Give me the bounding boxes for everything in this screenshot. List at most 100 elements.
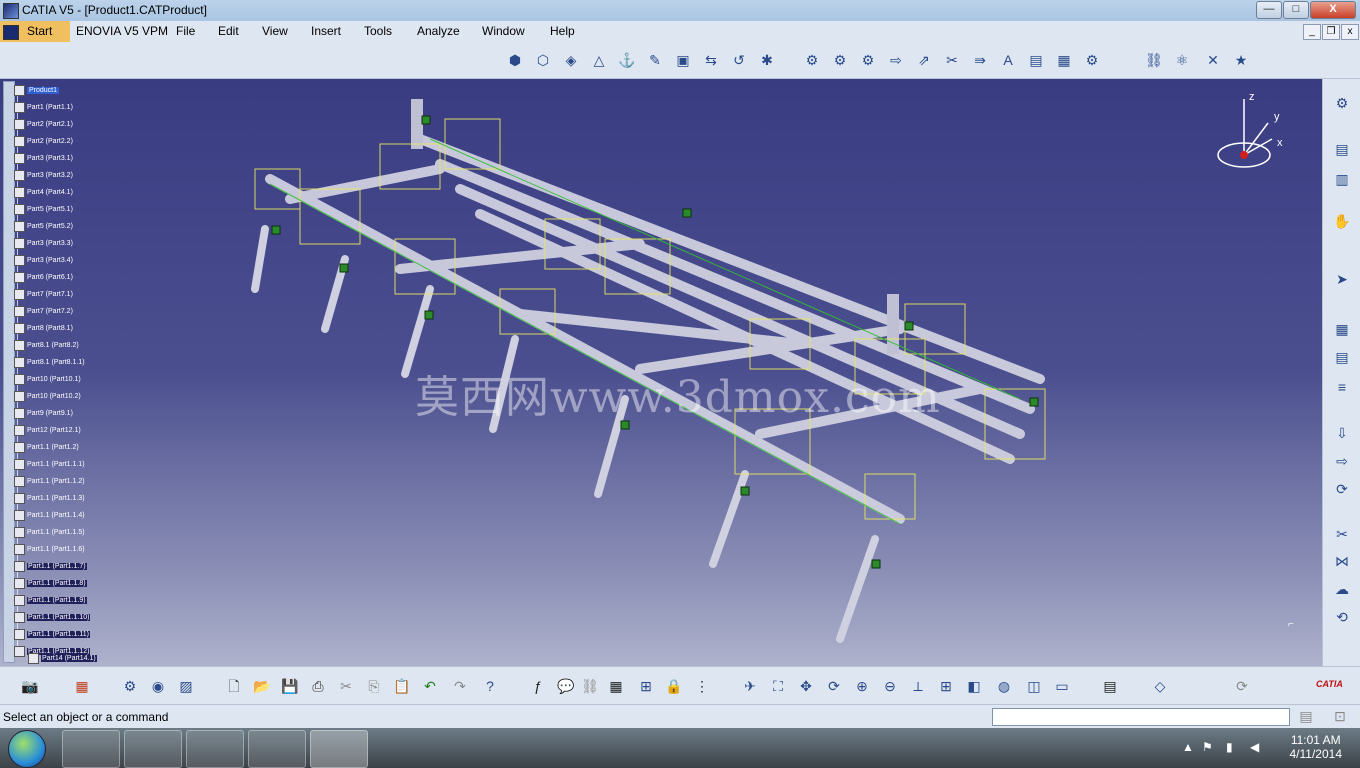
tree-item[interactable]: Part1.1 (Part1.1.7) — [14, 561, 87, 574]
tree-item[interactable]: Part14 (Part14.1) — [28, 653, 97, 666]
tree-item[interactable]: Part4 (Part4.1) — [14, 187, 73, 200]
publication-icon[interactable]: ▥ — [1332, 169, 1352, 189]
manipulate-icon[interactable]: ✋ — [1332, 211, 1352, 231]
fit-all-icon[interactable]: ⛶ — [768, 676, 788, 696]
sectioning-icon[interactable]: ⇛ — [970, 50, 990, 70]
tree-item[interactable]: Part7 (Part7.1) — [14, 289, 73, 302]
constraints-icon[interactable]: ⚙ — [1082, 50, 1102, 70]
material-icon[interactable]: ▨ — [176, 676, 196, 696]
windows-start-button[interactable] — [8, 730, 46, 768]
measure-icon[interactable]: ▤ — [1100, 676, 1120, 696]
menu-start[interactable]: Start — [27, 24, 52, 38]
command-input[interactable] — [992, 708, 1290, 726]
coincidence-icon[interactable]: ✕ — [1203, 50, 1223, 70]
tree-item[interactable]: Part8.1 (Part8.1.1) — [14, 357, 85, 370]
analysis-icon[interactable]: ⚙ — [120, 676, 140, 696]
minimize-button[interactable]: — — [1256, 1, 1282, 19]
product-structure-icon[interactable]: ▦ — [1332, 319, 1352, 339]
command-history-icon[interactable]: ⊡ — [1330, 706, 1350, 726]
new-product-icon[interactable]: ⬡ — [533, 50, 553, 70]
split-icon[interactable]: ⋈ — [1332, 551, 1352, 571]
replace-component-icon[interactable]: ⚓ — [617, 50, 637, 70]
tree-item[interactable]: Part5 (Part5.2) — [14, 221, 73, 234]
generate-numbering-icon[interactable]: ▤ — [1332, 347, 1352, 367]
manipulation-icon[interactable]: ⚙ — [802, 50, 822, 70]
maximize-button[interactable]: □ — [1283, 1, 1309, 19]
menu-help[interactable]: Help — [550, 24, 575, 38]
open-folder-icon[interactable]: 📂 — [252, 676, 272, 696]
refresh-icon[interactable]: ⟳ — [1232, 676, 1252, 696]
multi-view-icon[interactable]: ⊞ — [936, 676, 956, 696]
new-part-icon[interactable]: ◈ — [561, 50, 581, 70]
tree-item[interactable]: Part1.1 (Part1.1.3) — [14, 493, 85, 506]
tree-root[interactable]: Product1 — [14, 85, 60, 98]
fix-component-icon[interactable]: ⚛ — [1172, 50, 1192, 70]
iso-view-icon[interactable]: ◧ — [964, 676, 984, 696]
catalog-icon[interactable]: ▦ — [1054, 50, 1074, 70]
new-component-icon[interactable]: ⬢ — [505, 50, 525, 70]
help-icon[interactable]: ? — [480, 676, 500, 696]
tree-item[interactable]: Part8 (Part8.1) — [14, 323, 73, 336]
explorer-taskbar-icon[interactable] — [248, 730, 306, 768]
redo-icon[interactable]: ↷ — [450, 676, 470, 696]
zoom-out-icon[interactable]: ⊖ — [880, 676, 900, 696]
table-icon[interactable]: ▦ — [606, 676, 626, 696]
export-icon[interactable]: ⇨ — [1332, 451, 1352, 471]
repeat-icon[interactable]: ⟲ — [1332, 607, 1352, 627]
menu-view[interactable]: View — [262, 24, 288, 38]
tray-arrow-icon[interactable]: ▲ — [1182, 740, 1194, 754]
3d-viewport[interactable]: Product1 Part1 (Part1.1) Part2 (Part2.1)… — [0, 79, 1322, 666]
multi-instantiation-icon[interactable]: ✱ — [757, 50, 777, 70]
swap-space-icon[interactable]: ▭ — [1052, 676, 1072, 696]
menu-analyze[interactable]: Analyze — [417, 24, 460, 38]
renumber-icon[interactable]: ▣ — [673, 50, 693, 70]
tree-item[interactable]: Part3 (Part3.2) — [14, 170, 73, 183]
tree-item[interactable]: Part12 (Part12.1) — [14, 425, 81, 438]
graph-tree-icon[interactable]: ✎ — [645, 50, 665, 70]
snap-icon[interactable]: ⚙ — [830, 50, 850, 70]
gear-icon[interactable]: ⚙ — [1332, 93, 1352, 113]
volume-icon[interactable]: ◀ — [1250, 740, 1259, 754]
tree-item[interactable]: Part1.1 (Part1.1.5) — [14, 527, 85, 540]
tree-item[interactable]: Part1.1 (Part1.1.6) — [14, 544, 85, 557]
menu-enovia[interactable]: ENOVIA V5 VPM — [76, 24, 168, 38]
link-icon[interactable]: ⛓ — [580, 676, 600, 696]
grid-icon[interactable]: ▦ — [72, 676, 92, 696]
tree-item[interactable]: Part1.1 (Part1.1.4) — [14, 510, 85, 523]
pan-icon[interactable]: ✥ — [796, 676, 816, 696]
tree-item[interactable]: Part1.1 (Part1.1.1) — [14, 459, 85, 472]
zoom-in-icon[interactable]: ⊕ — [852, 676, 872, 696]
paste-icon[interactable]: 📋 — [392, 676, 412, 696]
tree-item[interactable]: Part7 (Part7.2) — [14, 306, 73, 319]
copy-icon[interactable]: ⎘ — [364, 676, 384, 696]
tree-item[interactable]: Part9 (Part9.1) — [14, 408, 73, 421]
reset-icon[interactable]: ↺ — [729, 50, 749, 70]
stop-manipulate-icon[interactable]: ⇨ — [886, 50, 906, 70]
tree-item[interactable]: Part8.1 (Part8.2) — [14, 340, 79, 353]
capture-icon[interactable]: 📷 — [20, 676, 40, 696]
tree-item[interactable]: Part10 (Part10.2) — [14, 391, 81, 404]
reorder-icon[interactable]: ⇆ — [701, 50, 721, 70]
media-player-taskbar-icon[interactable] — [124, 730, 182, 768]
tree-item[interactable]: Part1 (Part1.1) — [14, 102, 73, 115]
apply-material-icon[interactable]: ◇ — [1150, 676, 1170, 696]
update-icon[interactable]: ⛓ — [1144, 50, 1164, 70]
doc-minimize-button[interactable]: _ — [1303, 24, 1321, 40]
cut-icon[interactable]: ✂ — [336, 676, 356, 696]
print-icon[interactable]: ⎙ — [308, 676, 328, 696]
tree-item[interactable]: Part6 (Part6.1) — [14, 272, 73, 285]
normal-view-icon[interactable]: ⟂ — [908, 676, 928, 696]
bill-of-material-icon[interactable]: ≡ — [1332, 377, 1352, 397]
menu-window[interactable]: Window — [482, 24, 525, 38]
save-icon[interactable]: 💾 — [280, 676, 300, 696]
rotate-icon[interactable]: ⟳ — [824, 676, 844, 696]
clash-icon[interactable]: ✂ — [942, 50, 962, 70]
explode-icon[interactable]: ⚙ — [858, 50, 878, 70]
catalog-browser-icon[interactable]: ▤ — [1332, 139, 1352, 159]
start-menu[interactable]: Start — [0, 21, 70, 42]
shading-icon[interactable]: ◍ — [994, 676, 1014, 696]
taskbar-clock[interactable]: 11:01 AM 4/11/2014 — [1290, 733, 1343, 761]
tree-item[interactable]: Part3 (Part3.4) — [14, 255, 73, 268]
lock-icon[interactable]: 🔒 — [664, 676, 684, 696]
tree-item[interactable]: Part1.1 (Part1.1.11) — [14, 629, 90, 642]
